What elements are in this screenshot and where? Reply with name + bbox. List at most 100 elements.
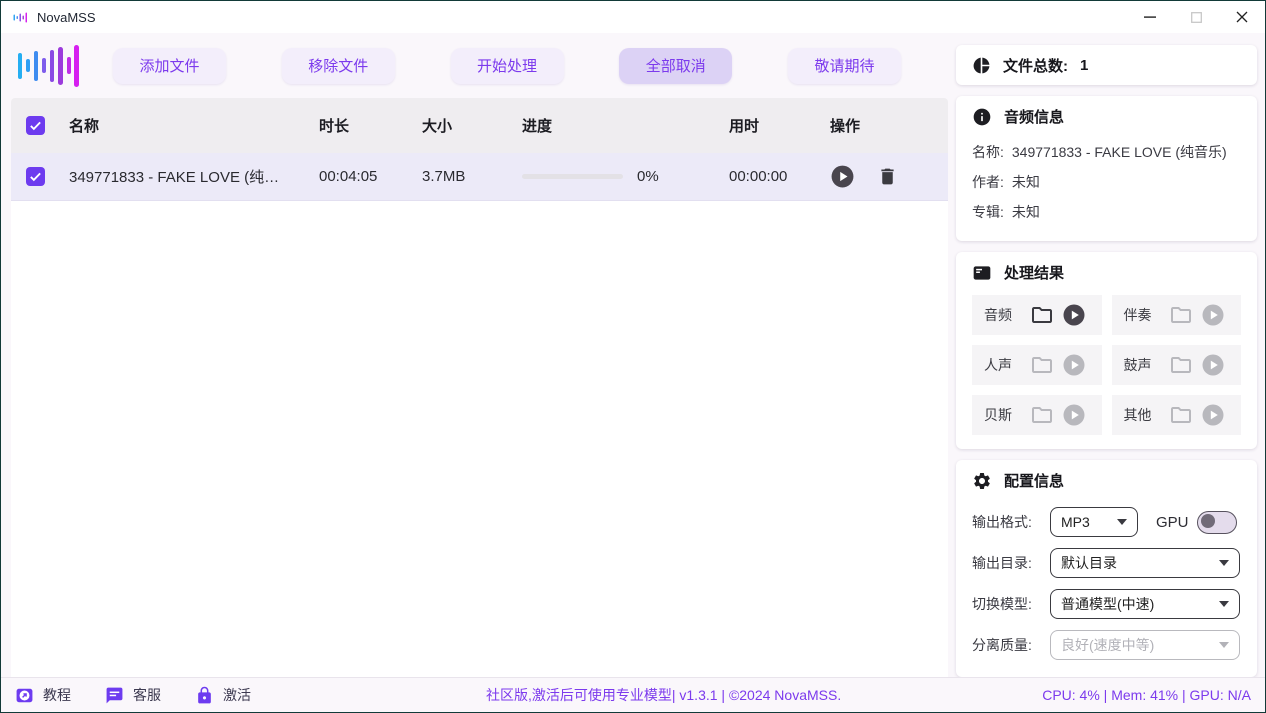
tutorial-icon <box>15 686 34 705</box>
minimize-button[interactable] <box>1127 1 1173 33</box>
output-dir-value: 默认目录 <box>1061 553 1117 573</box>
title-bar: NovaMSS <box>1 1 1265 33</box>
play-button[interactable] <box>830 164 855 189</box>
gpu-label: GPU <box>1156 514 1189 531</box>
delete-button[interactable] <box>877 166 898 187</box>
chevron-down-icon <box>1117 519 1127 525</box>
activate-link[interactable]: 激活 <box>195 685 251 705</box>
add-files-button[interactable]: 添加文件 <box>113 48 226 84</box>
table-row[interactable]: 349771833 - FAKE LOVE (纯… 00:04:05 3.7MB… <box>11 153 948 201</box>
left-column: 添加文件 移除文件 开始处理 全部取消 敬请期待 名称 时长 <box>1 33 948 677</box>
system-stats: CPU: 4% | Mem: 41% | GPU: N/A <box>1042 687 1251 703</box>
row-checkbox[interactable] <box>26 167 45 186</box>
name-value: 349771833 - FAKE LOVE (纯音乐) <box>1012 137 1227 167</box>
model-select[interactable]: 普通模型(中速) <box>1050 589 1240 619</box>
lock-icon <box>195 686 214 705</box>
tutorial-label: 教程 <box>43 685 71 705</box>
chevron-down-icon <box>1219 642 1229 648</box>
status-bar: 教程 客服 激活 社区版,激活后可使用专业模型| v1.3.1 | ©2024 … <box>1 677 1265 712</box>
results-title: 处理结果 <box>1004 262 1064 283</box>
remove-files-button[interactable]: 移除文件 <box>282 48 395 84</box>
window-controls <box>1127 1 1265 33</box>
cancel-all-button[interactable]: 全部取消 <box>619 48 732 84</box>
play-circle-icon[interactable] <box>1201 353 1225 377</box>
maximize-button[interactable] <box>1173 1 1219 33</box>
coming-soon-button[interactable]: 敬请期待 <box>788 48 901 84</box>
result-item-drums: 鼓声 <box>1112 345 1242 385</box>
chevron-down-icon <box>1219 601 1229 607</box>
model-label: 切换模型: <box>972 594 1044 614</box>
audio-info-card: 音频信息 名称: 349771833 - FAKE LOVE (纯音乐) 作者:… <box>956 96 1257 241</box>
album-value: 未知 <box>1012 197 1040 227</box>
header-actions: 操作 <box>820 115 948 136</box>
output-format-row: 输出格式: MP3 GPU <box>972 507 1241 537</box>
play-circle-icon[interactable] <box>1062 303 1086 327</box>
waveform-logo <box>15 43 81 89</box>
table-header-row: 名称 时长 大小 进度 用时 操作 <box>11 98 948 153</box>
folder-icon[interactable] <box>1169 353 1193 377</box>
gpu-toggle-knob <box>1201 514 1215 528</box>
gear-icon <box>972 471 992 491</box>
info-icon <box>972 107 992 127</box>
file-table: 名称 时长 大小 进度 用时 操作 349771833 - FAKE LOVE … <box>11 98 948 677</box>
wallet-icon <box>972 263 992 283</box>
chat-icon <box>105 686 124 705</box>
output-dir-label: 输出目录: <box>972 553 1044 573</box>
close-icon <box>1236 11 1248 23</box>
album-label: 专辑: <box>972 197 1004 227</box>
chevron-down-icon <box>1219 560 1229 566</box>
play-circle-icon[interactable] <box>1062 353 1086 377</box>
quality-row: 分离质量: 良好(速度中等) <box>972 630 1241 660</box>
header-size: 大小 <box>412 115 512 136</box>
audio-info-title: 音频信息 <box>1004 106 1064 127</box>
close-button[interactable] <box>1219 1 1265 33</box>
folder-icon[interactable] <box>1030 403 1054 427</box>
right-sidebar: 文件总数: 1 音频信息 名称: 349771833 - FAKE LOVE (… <box>948 33 1265 677</box>
file-count-card: 文件总数: 1 <box>956 45 1257 85</box>
start-processing-button[interactable]: 开始处理 <box>451 48 564 84</box>
main-area: 添加文件 移除文件 开始处理 全部取消 敬请期待 名称 时长 <box>1 33 1265 677</box>
output-dir-select[interactable]: 默认目录 <box>1050 548 1240 578</box>
app-logo-icon <box>13 10 30 25</box>
row-elapsed: 00:00:00 <box>719 168 820 185</box>
activate-label: 激活 <box>223 685 251 705</box>
play-circle-icon[interactable] <box>1201 403 1225 427</box>
result-item-other: 其他 <box>1112 395 1242 435</box>
config-card: 配置信息 输出格式: MP3 GPU <box>956 460 1257 677</box>
tutorial-link[interactable]: 教程 <box>15 685 71 705</box>
result-item-audio: 音频 <box>972 295 1102 335</box>
folder-icon[interactable] <box>1169 303 1193 327</box>
config-title: 配置信息 <box>1004 470 1064 491</box>
results-grid: 音频 伴奏 人声 鼓声 <box>972 295 1241 439</box>
folder-icon[interactable] <box>1030 303 1054 327</box>
toolbar: 添加文件 移除文件 开始处理 全部取消 敬请期待 <box>1 33 948 98</box>
result-label: 伴奏 <box>1124 305 1166 325</box>
output-format-value: MP3 <box>1061 514 1090 530</box>
support-link[interactable]: 客服 <box>105 685 161 705</box>
quality-label: 分离质量: <box>972 635 1044 655</box>
app-window: NovaMSS <box>0 0 1266 713</box>
result-item-vocals: 人声 <box>972 345 1102 385</box>
audio-info-name-row: 名称: 349771833 - FAKE LOVE (纯音乐) <box>972 137 1241 167</box>
folder-icon[interactable] <box>1169 403 1193 427</box>
select-all-checkbox[interactable] <box>26 116 45 135</box>
progress-bar <box>522 174 623 179</box>
row-duration: 00:04:05 <box>309 168 412 185</box>
row-size: 3.7MB <box>412 168 512 185</box>
result-label: 鼓声 <box>1124 355 1166 375</box>
header-progress: 进度 <box>512 115 719 136</box>
output-format-select[interactable]: MP3 <box>1050 507 1138 537</box>
play-circle-icon[interactable] <box>1201 303 1225 327</box>
results-card: 处理结果 音频 伴奏 人声 <box>956 252 1257 449</box>
audio-info-artist-row: 作者: 未知 <box>972 167 1241 197</box>
gpu-toggle[interactable] <box>1197 511 1237 534</box>
check-icon <box>29 170 42 183</box>
play-circle-icon[interactable] <box>1062 403 1086 427</box>
folder-icon[interactable] <box>1030 353 1054 377</box>
row-name: 349771833 - FAKE LOVE (纯… <box>59 166 309 187</box>
file-count-label: 文件总数: <box>1003 55 1068 76</box>
result-item-accompaniment: 伴奏 <box>1112 295 1242 335</box>
quality-value: 良好(速度中等) <box>1061 635 1154 655</box>
header-elapsed: 用时 <box>719 115 820 136</box>
header-duration: 时长 <box>309 115 412 136</box>
